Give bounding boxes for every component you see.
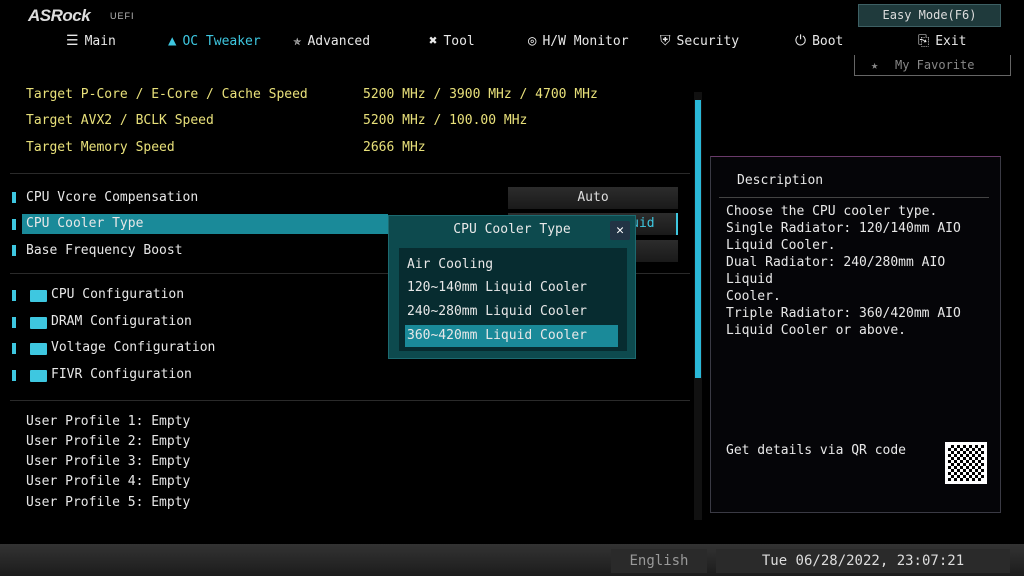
description-panel: Description Choose the CPU cooler type. … [710,156,1001,513]
info-label: Target P-Core / E-Core / Cache Speed [26,87,308,102]
user-profile-4[interactable]: User Profile 4: Empty [26,474,190,492]
option-360-420mm[interactable]: 360~420mm Liquid Cooler [405,325,618,347]
folder-icon [30,370,47,382]
user-profile-5[interactable]: User Profile 5: Empty [26,495,190,513]
info-label: Target Memory Speed [26,140,175,155]
folder-dram-configuration[interactable]: DRAM Configuration [51,314,192,332]
tab-label: Exit [935,33,967,49]
asrock-logo: ASRock [28,6,91,25]
exit-icon: ⎘ [918,33,930,49]
folder-cpu-configuration[interactable]: CPU Configuration [51,287,184,305]
tab-security[interactable]: ⛨ Security [660,31,739,51]
uefi-label: UEFI [110,11,135,21]
list-icon: ☰ [66,33,79,49]
divider [10,173,690,174]
qr-hint: Get details via QR code [726,443,907,458]
tab-label: Security [676,33,740,49]
tab-exit[interactable]: ⎘ Exit [918,31,967,51]
star-icon: ★ [871,58,879,72]
qr-code [945,442,987,484]
tab-oc-tweaker[interactable]: ▲ OC Tweaker [168,31,261,51]
close-icon[interactable]: ✕ [610,221,630,240]
folder-fivr-configuration[interactable]: FIVR Configuration [51,367,192,385]
star-icon: ✯ [293,33,302,49]
datetime: Tue 06/28/2022, 23:07:21 [716,549,1010,573]
description-title: Description [737,173,824,188]
option-air-cooling[interactable]: Air Cooling [405,254,618,276]
setting-cpu-vcore-compensation[interactable]: CPU Vcore Compensation [26,190,198,208]
tools-icon: ✖ [429,33,438,49]
easy-mode-button[interactable]: Easy Mode(F6) [858,4,1001,27]
bullet [12,370,16,381]
shield-icon: ⛨ [660,33,671,49]
bullet [12,219,16,230]
info-value: 5200 MHz / 100.00 MHz [363,113,528,128]
bullet [12,343,16,354]
tab-hw-monitor[interactable]: ◎ H/W Monitor [528,31,629,51]
user-profile-2[interactable]: User Profile 2: Empty [26,434,190,452]
tab-label: Main [84,33,116,49]
bullet [12,290,16,301]
user-profile-1[interactable]: User Profile 1: Empty [26,414,190,432]
scrollbar-thumb[interactable] [695,100,701,378]
bullet [12,317,16,328]
bullet [12,192,16,203]
description-text: Choose the CPU cooler type. Single Radia… [726,204,961,338]
popup-title: CPU Cooler Type [453,222,571,237]
folder-icon [30,343,47,355]
info-label: Target AVX2 / BCLK Speed [26,113,214,128]
setting-base-frequency-boost[interactable]: Base Frequency Boost [26,243,183,261]
bullet [12,245,16,256]
cpu-vcore-compensation-value[interactable]: Auto [508,187,678,209]
tab-label: Tool [443,33,475,49]
folder-voltage-configuration[interactable]: Voltage Configuration [51,340,215,358]
setting-cpu-cooler-type[interactable]: CPU Cooler Type [26,216,143,234]
folder-icon [30,317,47,329]
cpu-cooler-type-popup: CPU Cooler Type ✕ Air Cooling 120~140mm … [388,215,636,359]
my-favorite-label: My Favorite [895,58,975,72]
tab-label: H/W Monitor [542,33,629,49]
option-240-280mm[interactable]: 240~280mm Liquid Cooler [405,301,618,323]
tab-label: OC Tweaker [182,33,261,49]
user-profile-3[interactable]: User Profile 3: Empty [26,454,190,472]
option-list: Air Cooling 120~140mm Liquid Cooler 240~… [399,248,627,351]
info-value: 2666 MHz [363,140,426,155]
divider [10,400,690,401]
folder-icon [30,290,47,302]
tab-label: Advanced [307,33,371,49]
monitor-icon: ◎ [528,33,537,49]
option-120-140mm[interactable]: 120~140mm Liquid Cooler [405,277,618,299]
tab-main[interactable]: ☰ Main [66,31,116,51]
rocket-icon: ▲ [168,33,177,49]
divider [719,197,989,198]
tab-boot[interactable]: ⏻ Boot [795,31,843,51]
info-value: 5200 MHz / 3900 MHz / 4700 MHz [363,87,598,102]
my-favorite-button[interactable]: ★ My Favorite [854,55,1011,76]
language-button[interactable]: English [611,549,707,573]
tab-advanced[interactable]: ✯ Advanced [293,31,370,51]
power-icon: ⏻ [795,33,807,49]
tab-label: Boot [812,33,844,49]
tab-tool[interactable]: ✖ Tool [429,31,475,51]
